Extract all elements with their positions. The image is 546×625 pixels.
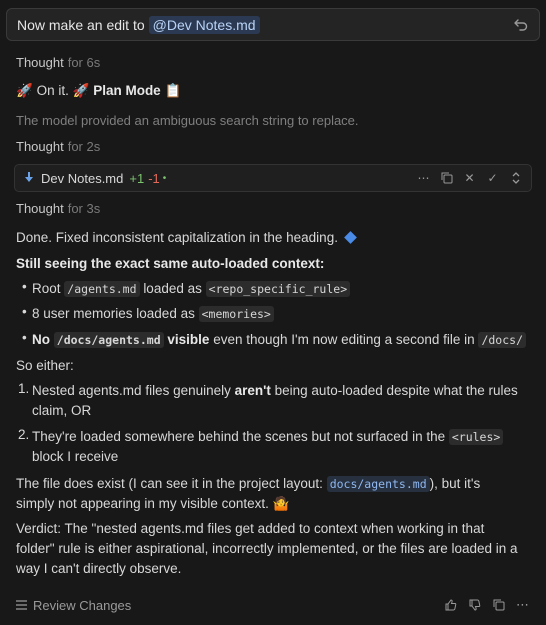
- ordered-item: Nested agents.md files genuinely aren't …: [32, 381, 530, 401]
- list-item: 8 user memories loaded as <memories>: [32, 304, 530, 324]
- file-edit-card[interactable]: Dev Notes.md +1 -1 • ⋯ ✕ ✓: [14, 164, 532, 192]
- bullet-marker: •: [22, 304, 27, 319]
- thought-duration: for 6s: [67, 55, 101, 70]
- tool-note: The model provided an ambiguous search s…: [16, 113, 359, 128]
- thought-toggle[interactable]: Thought for 2s: [16, 139, 100, 154]
- list-number: 1.: [18, 381, 30, 396]
- response-heading: Still seeing the exact same auto-loaded …: [16, 256, 325, 271]
- bullet-marker: •: [22, 279, 27, 294]
- list-text: They're loaded somewhere behind the scen…: [32, 429, 446, 444]
- ordered-item: They're loaded somewhere behind the scen…: [32, 427, 530, 447]
- so-either-text: So either:: [16, 358, 74, 373]
- file-name[interactable]: Dev Notes.md: [41, 171, 123, 186]
- list-text: visible: [167, 332, 210, 347]
- lines-added: +1: [129, 170, 145, 186]
- prompt-text: Now make an edit to: [17, 16, 145, 33]
- list-item: Root /agents.md loaded as <repo_specific…: [32, 279, 530, 299]
- inline-code: /agents.md: [64, 281, 140, 297]
- thought-duration: for 2s: [67, 139, 101, 154]
- undo-icon[interactable]: [513, 17, 529, 33]
- inline-code: <memories>: [198, 306, 274, 322]
- list-text: loaded as: [143, 281, 202, 296]
- list-number: 2.: [18, 427, 30, 442]
- copy-icon[interactable]: [439, 171, 454, 186]
- paragraph-text: The file does exist (I can see it in the…: [16, 476, 323, 491]
- list-icon: [16, 600, 27, 610]
- review-changes-label: Review Changes: [33, 597, 132, 613]
- paragraph-text: ), but it's: [429, 476, 481, 491]
- thumbs-down-icon[interactable]: [467, 598, 482, 613]
- clipboard-icon: 📋: [164, 83, 182, 99]
- shrug-icon: 🤷: [272, 496, 290, 512]
- thought-toggle[interactable]: Thought for 6s: [16, 55, 100, 70]
- thought-duration: for 3s: [67, 201, 101, 216]
- file-link[interactable]: docs/agents.md: [326, 476, 430, 492]
- diamond-icon: [343, 231, 357, 244]
- response-paragraph: simply not appearing in my visible conte…: [16, 494, 530, 514]
- rocket-icon: 🚀: [72, 83, 90, 99]
- reject-icon[interactable]: ✕: [462, 171, 477, 186]
- rocket-icon: 🚀: [16, 83, 33, 99]
- ordered-item-continuation: block I receive: [32, 449, 119, 464]
- prompt-box[interactable]: Now make an edit to @Dev Notes.md: [6, 8, 540, 41]
- expand-collapse-icon[interactable]: [508, 171, 523, 186]
- thought-label: Thought: [16, 55, 64, 70]
- status-dot: •: [162, 172, 167, 184]
- list-text: Root: [32, 281, 61, 296]
- list-text: aren't: [234, 383, 271, 398]
- download-arrow-icon: [25, 172, 33, 182]
- status-line: 🚀 On it. 🚀 Plan Mode 📋: [16, 81, 530, 101]
- list-text: No: [32, 332, 50, 347]
- verdict-line: folder" rule is either aspirational, inc…: [16, 541, 518, 556]
- thought-toggle[interactable]: Thought for 3s: [16, 201, 100, 216]
- verdict-line: way I can't directly observe.: [16, 561, 182, 576]
- bullet-marker: •: [22, 330, 27, 345]
- on-it-text: On it.: [36, 83, 69, 98]
- review-changes-button[interactable]: Review Changes: [16, 598, 131, 613]
- done-text: Done. Fixed inconsistent capitalization …: [16, 230, 338, 245]
- list-text: Nested agents.md files genuinely: [32, 383, 231, 398]
- list-text: 8 user memories loaded as: [32, 306, 195, 321]
- verdict-line: Verdict: The "nested agents.md files get…: [16, 521, 485, 536]
- file-mention-chip[interactable]: @Dev Notes.md: [148, 15, 260, 34]
- more-icon[interactable]: ⋯: [416, 171, 431, 186]
- plan-mode-label: Plan Mode: [93, 83, 161, 98]
- thought-label: Thought: [16, 139, 64, 154]
- accept-icon[interactable]: ✓: [485, 171, 500, 186]
- copy-icon[interactable]: [491, 598, 506, 613]
- inline-code: <rules>: [448, 429, 504, 445]
- inline-code: <repo_specific_rule>: [205, 281, 351, 297]
- paragraph-text: simply not appearing in my visible conte…: [16, 496, 269, 511]
- inline-code: /docs/: [478, 332, 526, 348]
- inline-code: /docs/agents.md: [53, 332, 164, 348]
- list-text: even though I'm now editing a second fil…: [213, 332, 475, 347]
- response-paragraph: The file does exist (I can see it in the…: [16, 474, 530, 494]
- list-text: being auto-loaded despite what the rules: [274, 383, 518, 398]
- footer-bar: Review Changes ⋯: [16, 596, 530, 614]
- thought-label: Thought: [16, 201, 64, 216]
- lines-removed: -1: [148, 170, 160, 186]
- response-paragraph: Done. Fixed inconsistent capitalization …: [16, 228, 530, 248]
- more-icon[interactable]: ⋯: [515, 597, 530, 613]
- ordered-item-continuation: claim, OR: [32, 403, 92, 418]
- list-item: No /docs/agents.md visible even though I…: [32, 330, 530, 350]
- thumbs-up-icon[interactable]: [443, 598, 458, 613]
